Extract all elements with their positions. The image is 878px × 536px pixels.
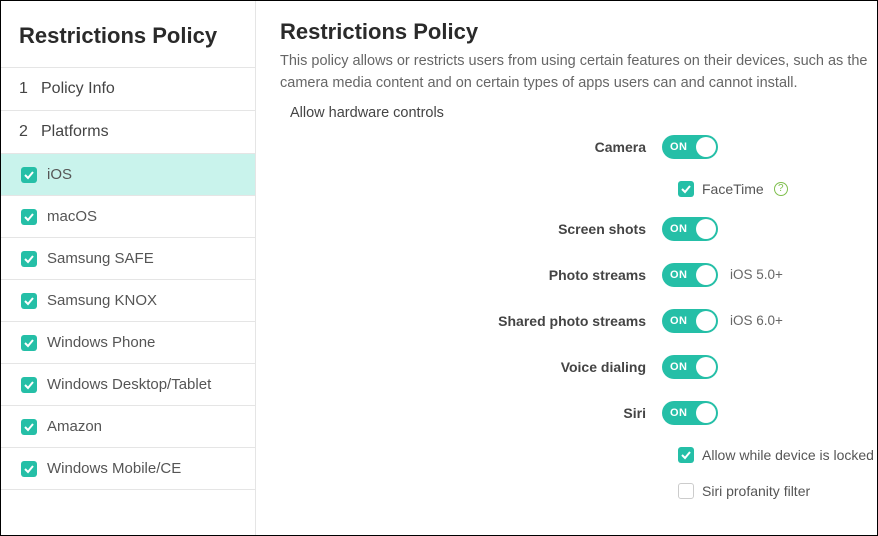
toggle-siri[interactable]: ON: [662, 401, 718, 425]
check-icon: [21, 251, 37, 267]
checkbox-label: FaceTime: [702, 181, 764, 197]
setting-camera: Camera ON: [280, 135, 877, 159]
setting-screenshots: Screen shots ON: [280, 217, 877, 241]
setting-voice-dialing: Voice dialing ON: [280, 355, 877, 379]
toggle-shared-photo-streams[interactable]: ON: [662, 309, 718, 333]
platform-amazon[interactable]: Amazon: [1, 406, 255, 448]
page-title: Restrictions Policy: [280, 19, 877, 45]
sidebar-title: Restrictions Policy: [1, 1, 255, 68]
toggle-knob: [696, 137, 716, 157]
platform-label: Samsung SAFE: [47, 250, 154, 267]
platform-label: Amazon: [47, 418, 102, 435]
setting-label: Shared photo streams: [280, 313, 662, 329]
page-description: This policy allows or restricts users fr…: [280, 51, 877, 95]
toggle-knob: [696, 357, 716, 377]
nav-platforms[interactable]: 2 Platforms: [1, 111, 255, 154]
hint: iOS 5.0+: [730, 267, 783, 282]
nav-label: Platforms: [41, 123, 109, 141]
platform-label: Windows Mobile/CE: [47, 460, 181, 477]
checkbox-facetime[interactable]: [678, 181, 694, 197]
setting-label: Siri: [280, 405, 662, 421]
setting-photo-streams: Photo streams ON iOS 5.0+: [280, 263, 877, 287]
checkbox-siri-profanity[interactable]: [678, 483, 694, 499]
toggle-text: ON: [670, 407, 688, 419]
check-icon: [21, 293, 37, 309]
platform-label: Windows Desktop/Tablet: [47, 376, 211, 393]
section-hardware-controls: Allow hardware controls: [280, 105, 877, 121]
check-icon: [21, 377, 37, 393]
check-icon: [21, 419, 37, 435]
setting-siri: Siri ON: [280, 401, 877, 425]
nav-policy-info[interactable]: 1 Policy Info: [1, 68, 255, 111]
platform-label: Windows Phone: [47, 334, 155, 351]
toggle-voice-dialing[interactable]: ON: [662, 355, 718, 379]
toggle-text: ON: [670, 361, 688, 373]
platform-label: Samsung KNOX: [47, 292, 157, 309]
toggle-text: ON: [670, 223, 688, 235]
setting-label: Photo streams: [280, 267, 662, 283]
setting-label: Camera: [280, 139, 662, 155]
platform-windows-mobile-ce[interactable]: Windows Mobile/CE: [1, 448, 255, 490]
check-icon: [21, 335, 37, 351]
sidebar: Restrictions Policy 1 Policy Info 2 Plat…: [1, 1, 256, 535]
platform-windows-phone[interactable]: Windows Phone: [1, 322, 255, 364]
setting-siri-profanity: Siri profanity filter: [280, 483, 877, 499]
platform-samsung-safe[interactable]: Samsung SAFE: [1, 238, 255, 280]
platform-macos[interactable]: macOS: [1, 196, 255, 238]
setting-siri-allow-locked: Allow while device is locked: [280, 447, 877, 463]
toggle-knob: [696, 265, 716, 285]
nav-num: 2: [19, 123, 33, 141]
toggle-camera[interactable]: ON: [662, 135, 718, 159]
toggle-photo-streams[interactable]: ON: [662, 263, 718, 287]
platform-label: macOS: [47, 208, 97, 225]
nav-num: 1: [19, 80, 33, 98]
hint: iOS 6.0+: [730, 313, 783, 328]
platform-label: iOS: [47, 166, 72, 183]
check-icon: [21, 167, 37, 183]
check-icon: [21, 209, 37, 225]
setting-label: Screen shots: [280, 221, 662, 237]
platform-ios[interactable]: iOS: [1, 154, 255, 196]
toggle-text: ON: [670, 141, 688, 153]
toggle-text: ON: [670, 269, 688, 281]
check-icon: [21, 461, 37, 477]
checkbox-label: Siri profanity filter: [702, 483, 810, 499]
checkbox-siri-locked[interactable]: [678, 447, 694, 463]
setting-facetime: FaceTime ?: [280, 181, 877, 197]
toggle-knob: [696, 219, 716, 239]
setting-label: Voice dialing: [280, 359, 662, 375]
help-icon[interactable]: ?: [774, 182, 788, 196]
toggle-knob: [696, 311, 716, 331]
toggle-screenshots[interactable]: ON: [662, 217, 718, 241]
toggle-knob: [696, 403, 716, 423]
platform-samsung-knox[interactable]: Samsung KNOX: [1, 280, 255, 322]
main-panel: Restrictions Policy This policy allows o…: [256, 1, 877, 535]
nav-label: Policy Info: [41, 80, 115, 98]
checkbox-label: Allow while device is locked: [702, 447, 874, 463]
platform-windows-desktop[interactable]: Windows Desktop/Tablet: [1, 364, 255, 406]
setting-shared-photo-streams: Shared photo streams ON iOS 6.0+: [280, 309, 877, 333]
toggle-text: ON: [670, 315, 688, 327]
